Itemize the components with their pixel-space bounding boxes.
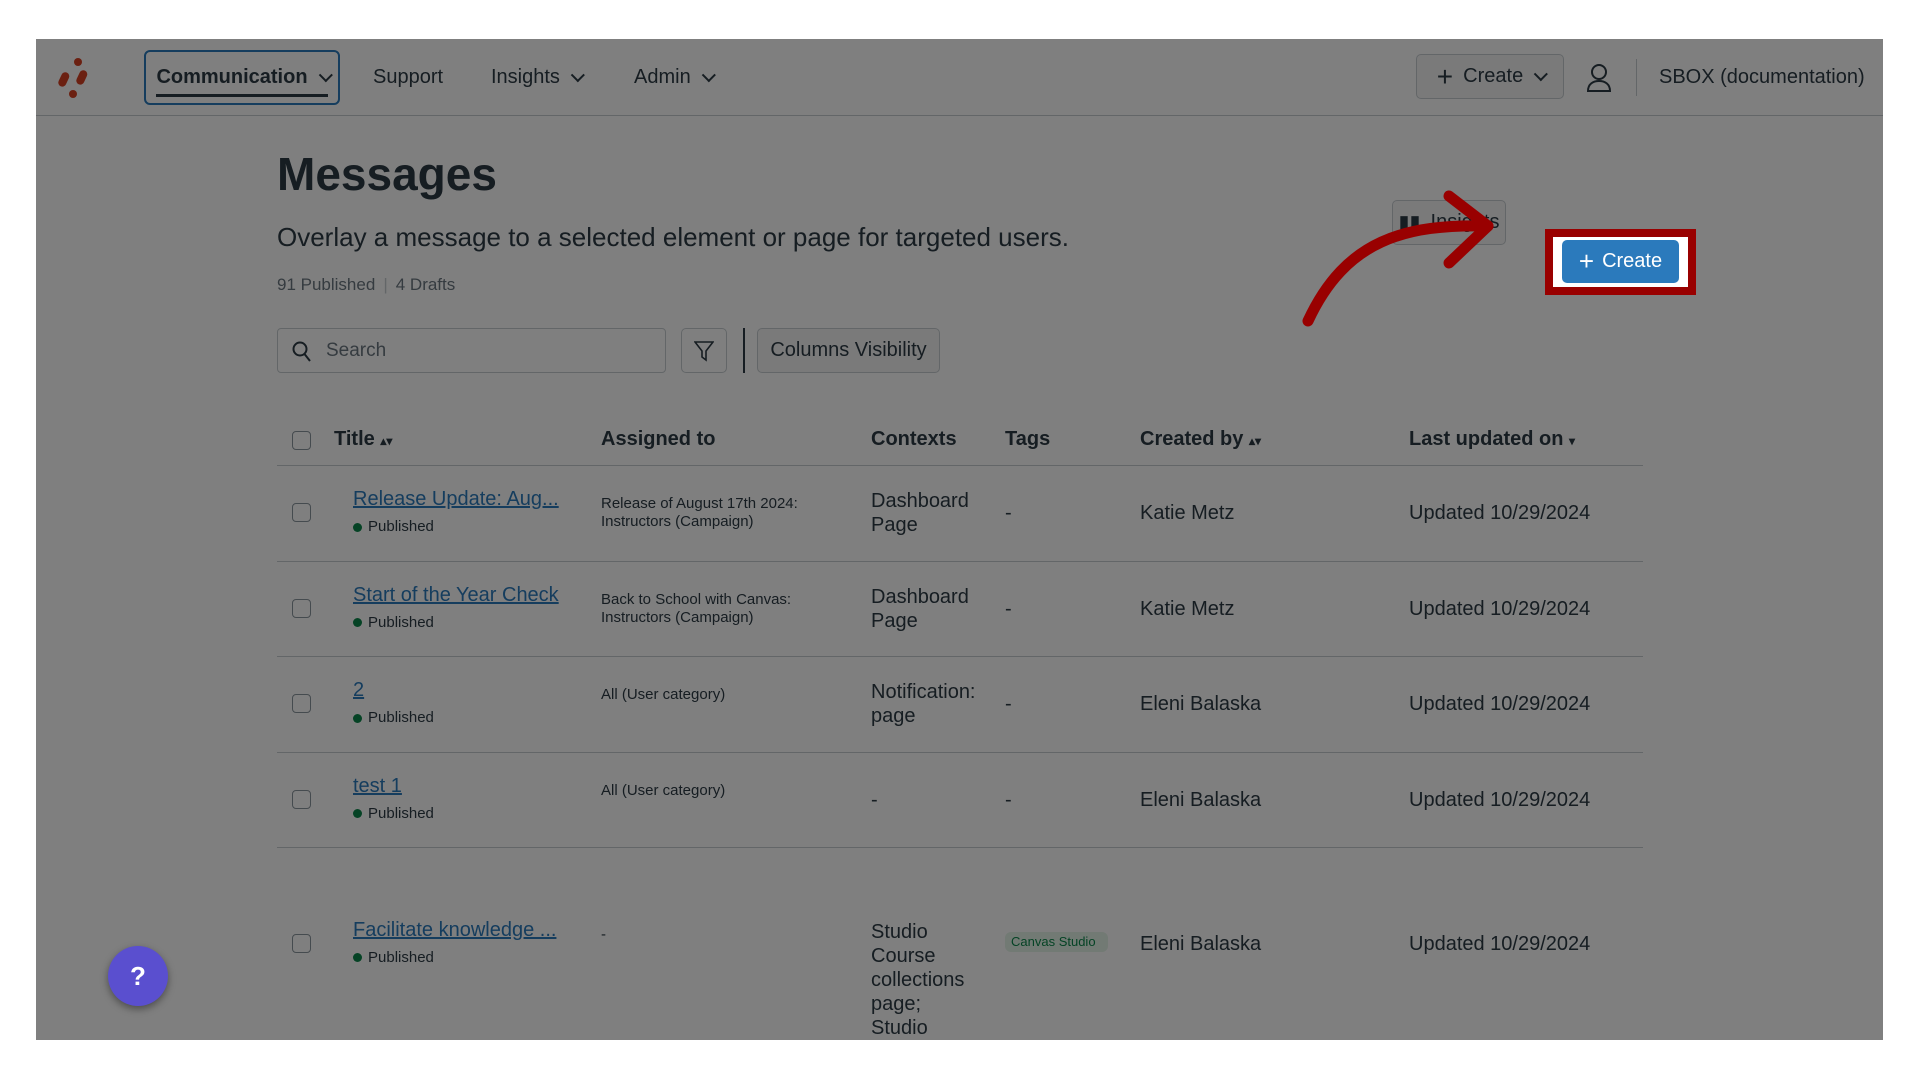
- app-window: Communication Support Insights Admin +Cr…: [36, 39, 1883, 1040]
- pointer-arrow-icon: [1302, 190, 1494, 327]
- question-icon: ?: [130, 960, 146, 991]
- help-button[interactable]: ?: [108, 946, 168, 1006]
